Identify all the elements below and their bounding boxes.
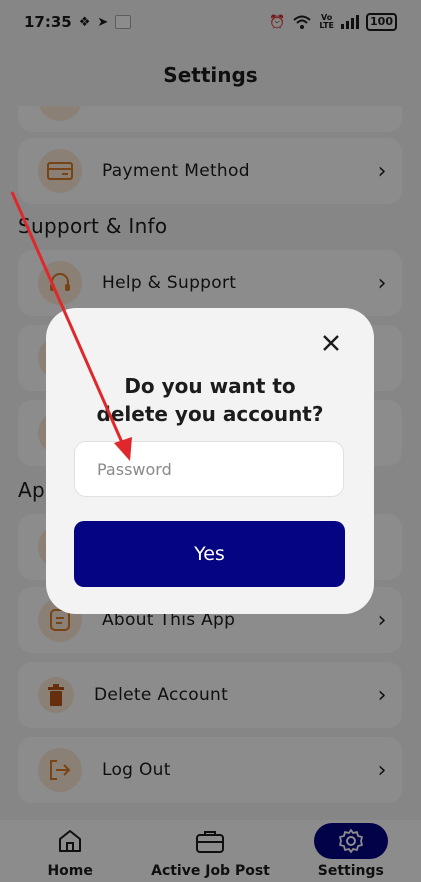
dialog-title: Do you want to delete you account? bbox=[96, 374, 324, 426]
close-button[interactable] bbox=[316, 328, 346, 358]
close-icon bbox=[323, 335, 339, 351]
delete-account-dialog: Do you want to delete you account? Yes bbox=[46, 308, 374, 614]
password-input[interactable] bbox=[74, 441, 344, 497]
yes-button[interactable]: Yes bbox=[74, 521, 345, 587]
